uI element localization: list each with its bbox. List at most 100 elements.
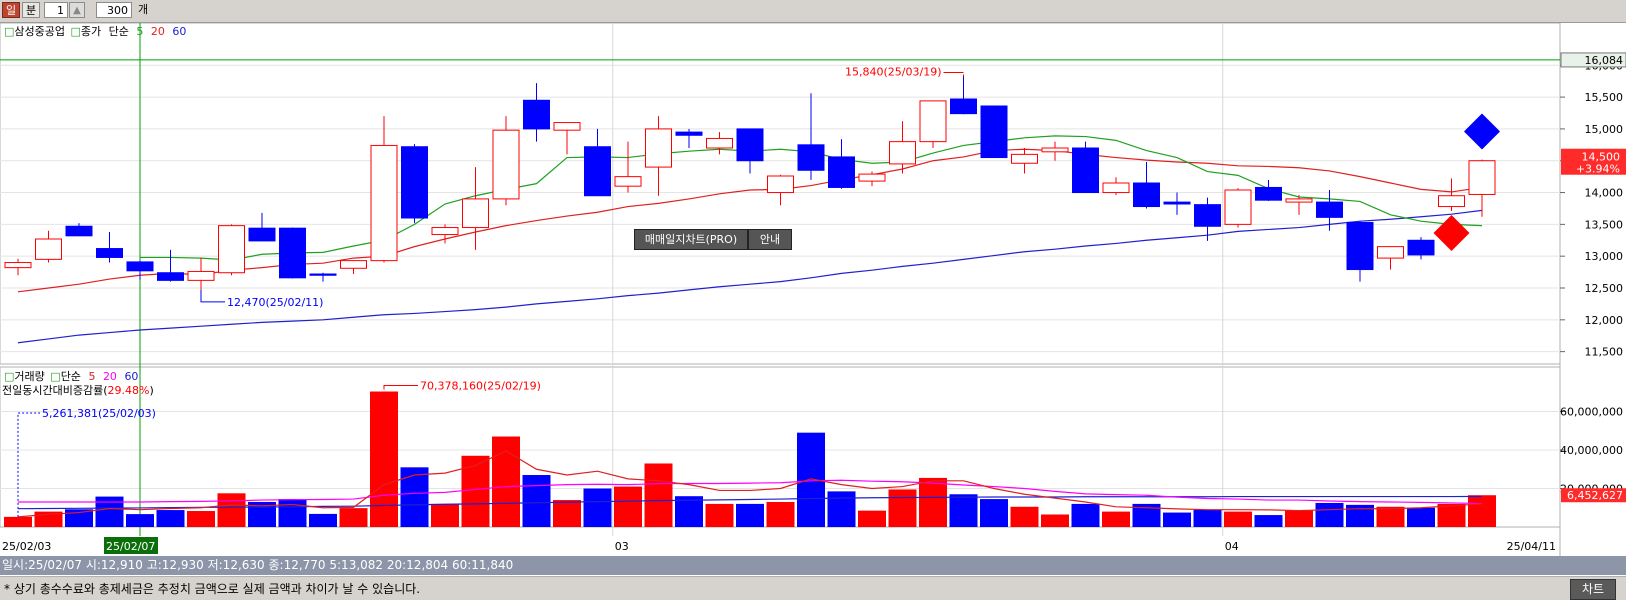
volume-bar [919,477,947,527]
volume-bar [1407,507,1435,527]
ma20-label: 20 [151,25,165,38]
y-axis: 16,00015,50015,00014,50014,00013,50013,0… [1560,52,1626,503]
candle-body [767,175,794,194]
candle-body [1407,239,1435,256]
y-tick-label: 14,000 [1585,187,1624,200]
volume-bar [1437,503,1466,527]
candle-body [96,248,123,258]
y-tick-label: 13,000 [1585,250,1624,263]
price-label: 종가 [81,25,101,38]
trade-journal-pro-button[interactable]: 매매일지차트(PRO) [634,229,748,250]
status-line: 일시:25/02/07 시:12,910 고:12,930 저:12,630 종… [0,556,1626,575]
volume-bar [888,489,917,527]
y-tick-label: 40,000,000 [1560,444,1623,457]
volume-bar [65,509,93,527]
change-pct-label: +3.94% [1576,163,1620,176]
candle-body [126,261,154,272]
volume-bar [4,516,32,527]
period-day-button[interactable]: 일 [2,2,20,18]
ratio-value: 29.48% [108,384,150,397]
candle-body [1011,153,1038,164]
volume-bar [553,500,581,527]
volume-bar [797,432,825,527]
volume-bar [461,455,490,527]
y-tick-label: 12,500 [1585,282,1624,295]
footer: * 상기 총수수료와 총제세금은 추정치 금액으로 실제 금액과 차이가 날 수… [0,576,1626,600]
candle-body [340,260,367,269]
ma60-label: 60 [172,25,186,38]
candle-body [492,129,520,200]
candle-body [35,238,62,260]
y-tick-label: 15,500 [1585,91,1624,104]
volume-bar [736,503,764,527]
candle-body [1102,182,1130,194]
ma5-label: 5 [136,25,143,38]
guide-button[interactable]: 안내 [748,229,792,250]
volume-title: 거래량 [14,370,44,383]
candle-body [1377,246,1404,259]
volume-bar [522,475,551,527]
volume-bar [278,499,307,527]
volume-bar [1285,510,1313,527]
volume-bar [1071,503,1100,527]
candle-body [950,98,977,115]
volume-bar [583,488,612,527]
volume-bar [1254,515,1283,527]
y-tick-label: 12,000 [1585,314,1624,327]
candle-body [797,144,825,171]
candle-body [553,122,581,131]
vol-ma60-label: 60 [124,370,138,383]
volume-bar [95,496,124,527]
count-input[interactable]: 300 [96,2,132,18]
candle-body [65,225,93,237]
vol-ma20-label: 20 [103,370,117,383]
volume-legend: □거래량 □단순 5 20 60 [4,370,138,383]
ratio-legend: 전일동시간대비증감률(29.48%) [2,383,154,397]
volume-bar [187,511,215,527]
x-start-label: 25/02/03 [2,540,51,553]
minute-input[interactable]: 1 [44,2,68,18]
volume-bar [644,463,673,527]
candle-body [462,198,489,229]
candle-body [858,173,886,182]
candle-body [675,131,703,136]
candle-body [584,146,611,197]
current-volume-label: 6,452,627 [1567,489,1623,502]
y-tick-label: 11,500 [1585,346,1624,359]
minute-spin-icon[interactable]: ▲ [69,2,85,18]
vol-max-label: 70,378,160(25/02/19) [420,380,541,393]
candle-body [889,141,916,165]
stock-chart[interactable]: 15,840(25/03/19) 12,470(25/02/11) 70,378,1… [0,23,1626,556]
volume-bar [492,436,520,527]
candle-body [1468,160,1496,195]
candle-body [1163,201,1191,205]
volume-bar [1224,511,1252,527]
volume-bar [766,501,795,527]
volume-bar [827,491,856,527]
candle-body [1285,198,1313,203]
ratio-label: 전일동시간대비증감률( [2,383,108,397]
candle-body [1041,147,1069,153]
candle-body [980,105,1008,159]
toolbar: 일 분 1 ▲ 300 개 [0,0,1626,23]
volume-bar [339,508,368,527]
high-marker-label: 15,840(25/03/19) [845,65,941,78]
period-minute-button[interactable]: 분 [22,2,40,18]
candle-body [218,225,245,274]
candle-body [248,227,276,242]
volume-ma-type: 단순 [61,370,81,383]
volume-bar [1102,511,1130,527]
volume-bar [217,493,246,527]
chart-button[interactable]: 차트 [1570,579,1616,600]
vol-min-label: 5,261,381(25/02/03) [42,407,156,420]
volume-bar [614,486,642,527]
volume-bar [126,514,154,527]
volume-bar [1315,502,1344,527]
low-marker-label: 12,470(25/02/11) [227,296,323,309]
candle-body [401,146,428,219]
y-tick-label: 60,000,000 [1560,406,1623,419]
candle-body [431,227,459,236]
volume-bar [858,510,886,527]
ma-type: 단순 [109,25,129,38]
volume-bar [1468,495,1496,527]
